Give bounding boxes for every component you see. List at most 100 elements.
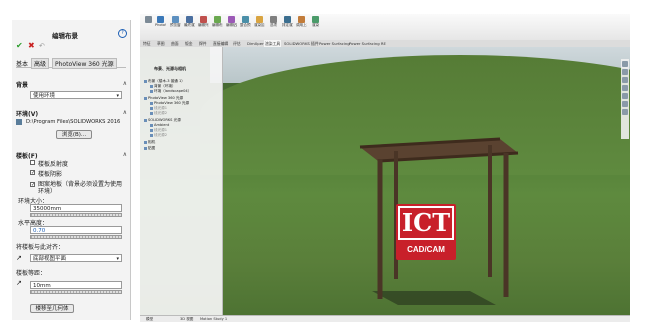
custom-properties-icon[interactable] xyxy=(622,109,628,115)
appearance-icon[interactable] xyxy=(622,93,628,99)
tool-6[interactable]: 编辑贴图 xyxy=(226,16,237,27)
tree-item[interactable]: PhotoView 360 光源 xyxy=(144,96,183,100)
scene-icon[interactable] xyxy=(622,101,628,107)
tool-8[interactable]: 渲染区域 xyxy=(254,16,265,27)
tab-advanced[interactable]: 高级 xyxy=(31,58,50,69)
tab-direct-edit[interactable]: 直接编辑 xyxy=(212,40,229,47)
tool-11[interactable]: 调用上次渲染的图像 xyxy=(296,16,307,27)
tree-item[interactable]: 贴图 xyxy=(144,146,155,150)
tab-power-surfacing[interactable]: Power Surfacing xyxy=(318,40,351,47)
floor-shadow-checkbox[interactable]: ✓ xyxy=(30,170,35,176)
tab-motion-study[interactable]: Motion Study 1 xyxy=(198,316,229,322)
tool-7[interactable]: 整合预览 xyxy=(240,16,251,27)
cancel-icon[interactable]: ✖ xyxy=(28,41,35,50)
tool-12[interactable]: 渲染 xyxy=(310,16,321,27)
logo-text-bottom: CAD/CAM xyxy=(407,245,445,254)
home-icon[interactable] xyxy=(622,61,628,67)
background-section-title[interactable]: 背景 xyxy=(16,80,28,89)
tab-weldments[interactable]: 焊件 xyxy=(198,40,208,47)
render-toolbar: PhotoView 360 预览窗口 最终渲染 编辑外观 编辑布景 编辑贴图 整… xyxy=(140,14,630,40)
graphics-viewport[interactable]: 布景、光源与相机 布景（楼木-3 普通 1） 背景（环境） 环境（landsca… xyxy=(140,47,630,315)
chevron-up-icon[interactable]: ∧ xyxy=(123,109,127,116)
offset-input[interactable]: 10mm xyxy=(30,281,122,289)
tab-evaluate[interactable]: 评估 xyxy=(232,40,242,47)
tree-item-label: PhotoView 360 光源 xyxy=(154,101,190,105)
offset-slider[interactable] xyxy=(30,290,122,294)
environment-section-title[interactable]: 环境(V) xyxy=(16,109,38,118)
flatten-floor-checkbox[interactable]: ✓ xyxy=(30,182,35,188)
env-size-slider[interactable] xyxy=(30,213,122,217)
tree-item[interactable]: 线光源2 xyxy=(150,111,167,115)
tab-features[interactable]: 特征 xyxy=(142,40,152,47)
status-tabs: 模型 3D 视图 Motion Study 1 xyxy=(140,315,630,322)
tab-surfaces[interactable]: 曲面 xyxy=(170,40,180,47)
tab-addins[interactable]: SOLIDWORKS 插件 xyxy=(283,40,320,47)
tab-basic[interactable]: 基本 xyxy=(16,59,28,68)
tree-item[interactable]: 背景（环境） xyxy=(150,84,176,88)
tool-3[interactable]: 最终渲染 xyxy=(184,16,195,27)
env-size-input[interactable]: 35000mm xyxy=(30,204,122,212)
environment-path: D:\Program Files\SOLIDWORKS 2016 xyxy=(26,119,121,125)
tool-label: 整合预览 xyxy=(240,23,251,27)
tab-render-tools[interactable]: 渲染工具 xyxy=(264,40,282,47)
tree-item[interactable]: 布景（楼木-3 普通 1） xyxy=(144,79,185,83)
camera-icon xyxy=(144,140,147,144)
chevron-up-icon[interactable]: ∧ xyxy=(123,151,127,158)
tab-3d-view[interactable]: 3D 视图 xyxy=(178,316,195,322)
floor-reflection-checkbox[interactable] xyxy=(30,160,35,165)
tree-item-label: 线光源1 xyxy=(154,128,168,132)
undo-icon[interactable]: ↶ xyxy=(39,42,45,50)
tool-icon xyxy=(172,16,179,23)
decal-icon xyxy=(144,146,147,150)
chevron-down-icon: ▾ xyxy=(116,93,119,99)
move-to-geometry-button[interactable]: 楼移至几何体 xyxy=(30,304,74,313)
tree-item[interactable]: SOLIDWORKS 光源 xyxy=(144,118,181,122)
chevron-up-icon[interactable]: ∧ xyxy=(123,80,127,87)
horizon-input[interactable]: 0.70 xyxy=(30,226,122,234)
floor-section-title[interactable]: 楼板(F) xyxy=(16,151,38,160)
tree-header: 布景、光源与相机 xyxy=(154,66,186,71)
tool-9[interactable]: 选项 xyxy=(268,16,279,27)
tool-label: 编辑布景 xyxy=(212,23,223,27)
browse-button[interactable]: 浏览(B)... xyxy=(56,130,92,139)
tab-model[interactable]: 模型 xyxy=(144,316,155,322)
pergola-shadow xyxy=(372,291,496,305)
help-icon[interactable]: ? xyxy=(118,29,127,38)
tree-item[interactable]: 相机 xyxy=(144,140,155,144)
file-explorer-icon[interactable] xyxy=(622,85,628,91)
library-icon[interactable] xyxy=(622,77,628,83)
tree-item[interactable]: 线光源2 xyxy=(150,133,167,137)
floor-shadow-label: 楼板阴影 xyxy=(38,171,63,178)
tree-item-label: 背景（环境） xyxy=(154,84,176,88)
tree-item[interactable]: 环境（landscape04） xyxy=(150,89,191,93)
tree-item[interactable]: 线光源1 xyxy=(150,128,167,132)
tool-4[interactable]: 编辑外观 xyxy=(198,16,209,27)
resources-icon[interactable] xyxy=(622,69,628,75)
tab-power-surfacing-re[interactable]: Power Surfacing RE xyxy=(348,40,387,47)
tab-photoview-lights[interactable]: PhotoView 360 光源 xyxy=(52,58,117,69)
tool-1[interactable]: PhotoView 360 xyxy=(155,16,166,27)
tool-5[interactable]: 编辑布景 xyxy=(212,16,223,27)
tool-0[interactable] xyxy=(143,16,154,23)
tool-icon xyxy=(186,16,193,23)
floor-reflection-label: 楼板反射度 xyxy=(38,161,69,168)
logo-text-top: ICT xyxy=(398,206,454,240)
background-select[interactable]: 使用环境 ▾ xyxy=(30,91,122,99)
tree-item-label: SOLIDWORKS 光源 xyxy=(148,118,181,122)
scene-icon xyxy=(150,89,153,93)
tool-2[interactable]: 预览窗口 xyxy=(170,16,181,27)
tool-10[interactable]: 排定渲染 xyxy=(282,16,293,27)
property-manager: 编辑布景 ? ✔ ✖ ↶ 基本 高级 PhotoView 360 光源 背景 ∧… xyxy=(12,20,131,320)
align-select[interactable]: 底部视图平面 ▾ xyxy=(30,254,122,262)
light-icon xyxy=(150,111,153,115)
tab-sheetmetal[interactable]: 钣金 xyxy=(184,40,194,47)
tree-item[interactable]: Ambient xyxy=(150,123,169,127)
arrow-icon: ↗ xyxy=(16,279,22,287)
horizon-slider[interactable] xyxy=(30,235,122,239)
ok-icon[interactable]: ✔ xyxy=(16,41,23,50)
tree-item[interactable]: 线光源1 xyxy=(150,106,167,110)
tab-sketch[interactable]: 草图 xyxy=(156,40,166,47)
chevron-down-icon: ▾ xyxy=(116,256,119,262)
align-label: 将楼板与此对齐： xyxy=(16,244,65,251)
tree-item[interactable]: PhotoView 360 光源 xyxy=(150,101,189,105)
